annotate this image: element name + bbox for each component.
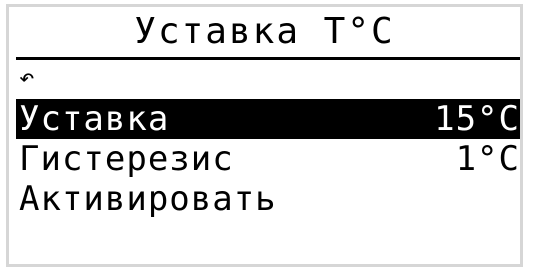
menu-item-label: Гистерезис <box>19 139 234 179</box>
menu-item-value: 1°C <box>455 139 520 179</box>
lcd-screen: Уставка T°C ↶ Уставка 15°C Гистерезис 1°… <box>6 4 523 267</box>
menu-item-setpoint[interactable]: Уставка 15°C <box>16 99 520 139</box>
menu-item-value: 15°C <box>434 99 520 139</box>
back-icon[interactable]: ↶ <box>19 63 43 93</box>
menu-item-activate[interactable]: Активировать <box>16 179 520 219</box>
title-divider <box>16 57 520 60</box>
screen-title: Уставка T°C <box>134 11 395 52</box>
menu-item-hysteresis[interactable]: Гистерезис 1°C <box>16 139 520 179</box>
menu-item-label: Уставка <box>19 99 170 139</box>
menu-item-label: Активировать <box>19 179 277 219</box>
